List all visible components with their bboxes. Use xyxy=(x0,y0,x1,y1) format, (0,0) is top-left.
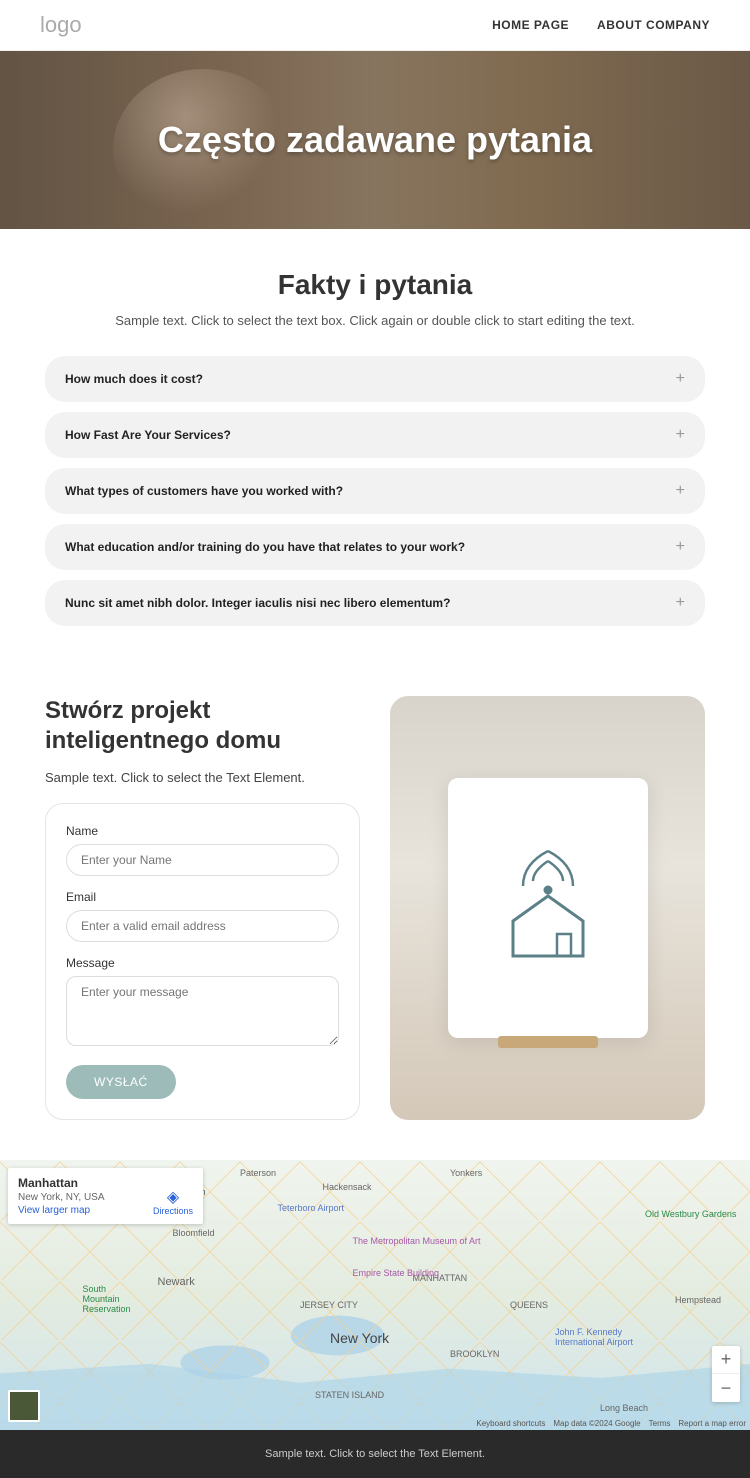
smart-house-icon xyxy=(493,846,603,971)
map-label: Old Westbury Gardens xyxy=(645,1209,736,1219)
plus-icon: + xyxy=(676,594,685,612)
contact-title: Stwórz projekt inteligentnego domu xyxy=(45,696,360,756)
tablet-illustration xyxy=(448,778,648,1038)
footer: Sample text. Click to select the Text El… xyxy=(0,1430,750,1478)
accordion: How much does it cost? + How Fast Are Yo… xyxy=(45,356,705,626)
map-label: The Metropolitan Museum of Art xyxy=(353,1236,481,1246)
accordion-item[interactable]: Nunc sit amet nibh dolor. Integer iaculi… xyxy=(45,580,705,626)
contact-form: Name Email Message WYSŁAĆ xyxy=(45,803,360,1120)
contact-image xyxy=(390,696,705,1120)
submit-button[interactable]: WYSŁAĆ xyxy=(66,1065,176,1099)
map-label: Bloomfield xyxy=(173,1228,215,1238)
header: logo HOME PAGE ABOUT COMPANY xyxy=(0,0,750,51)
plus-icon: + xyxy=(676,538,685,556)
hero-banner: Często zadawane pytania xyxy=(0,51,750,229)
map[interactable]: New York BROOKLYN QUEENS MANHATTAN JERSE… xyxy=(0,1160,750,1430)
map-label: Empire State Building xyxy=(353,1268,440,1278)
faq-subtitle: Sample text. Click to select the text bo… xyxy=(45,313,705,328)
zoom-in-button[interactable]: + xyxy=(712,1346,740,1374)
accordion-question: What types of customers have you worked … xyxy=(65,484,343,498)
map-label: Newark xyxy=(158,1276,195,1288)
map-label-ny: New York xyxy=(330,1330,389,1346)
main-nav: HOME PAGE ABOUT COMPANY xyxy=(492,18,710,32)
name-label: Name xyxy=(66,824,339,838)
map-info-title: Manhattan xyxy=(18,1176,105,1190)
email-input[interactable] xyxy=(66,910,339,942)
map-label: Hempstead xyxy=(675,1295,721,1305)
map-label: JERSEY CITY xyxy=(300,1300,358,1310)
accordion-item[interactable]: What education and/or training do you ha… xyxy=(45,524,705,570)
view-larger-map-link[interactable]: View larger map xyxy=(18,1205,105,1216)
map-label: Long Beach xyxy=(600,1403,648,1413)
accordion-question: Nunc sit amet nibh dolor. Integer iaculi… xyxy=(65,596,450,610)
map-data-text: Map data ©2024 Google xyxy=(553,1419,640,1428)
accordion-item[interactable]: What types of customers have you worked … xyxy=(45,468,705,514)
accordion-item[interactable]: How Fast Are Your Services? + xyxy=(45,412,705,458)
message-label: Message xyxy=(66,956,339,970)
map-info-card: Manhattan New York, NY, USA View larger … xyxy=(8,1168,203,1224)
map-label: Teterboro Airport xyxy=(278,1203,345,1213)
map-label: QUEENS xyxy=(510,1300,548,1310)
map-label: Paterson xyxy=(240,1168,276,1178)
report-error-link[interactable]: Report a map error xyxy=(678,1419,746,1428)
terms-link[interactable]: Terms xyxy=(649,1419,671,1428)
hero-title: Często zadawane pytania xyxy=(158,119,592,161)
plus-icon: + xyxy=(676,482,685,500)
map-label: STATEN ISLAND xyxy=(315,1390,384,1400)
keyboard-shortcuts-link[interactable]: Keyboard shortcuts xyxy=(476,1419,545,1428)
contact-form-column: Stwórz projekt inteligentnego domu Sampl… xyxy=(45,696,360,1120)
email-label: Email xyxy=(66,890,339,904)
map-label: John F. Kennedy International Airport xyxy=(555,1327,635,1347)
message-textarea[interactable] xyxy=(66,976,339,1046)
contact-subtitle: Sample text. Click to select the Text El… xyxy=(45,770,360,785)
accordion-question: How Fast Are Your Services? xyxy=(65,428,231,442)
map-label: BROOKLYN xyxy=(450,1349,499,1359)
directions-button[interactable]: ◈ Directions xyxy=(153,1190,193,1216)
map-layer-thumbnail[interactable] xyxy=(8,1390,40,1422)
map-attribution: Keyboard shortcuts Map data ©2024 Google… xyxy=(476,1419,746,1428)
map-label: Yonkers xyxy=(450,1168,482,1178)
nav-home[interactable]: HOME PAGE xyxy=(492,18,569,32)
map-zoom-controls: + − xyxy=(712,1346,740,1402)
footer-text: Sample text. Click to select the Text El… xyxy=(265,1448,485,1460)
accordion-item[interactable]: How much does it cost? + xyxy=(45,356,705,402)
accordion-question: What education and/or training do you ha… xyxy=(65,540,465,554)
zoom-out-button[interactable]: − xyxy=(712,1374,740,1402)
map-label: Hackensack xyxy=(323,1182,372,1192)
logo[interactable]: logo xyxy=(40,12,82,38)
contact-section: Stwórz projekt inteligentnego domu Sampl… xyxy=(0,676,750,1160)
accordion-question: How much does it cost? xyxy=(65,372,203,386)
faq-title: Fakty i pytania xyxy=(45,269,705,301)
plus-icon: + xyxy=(676,370,685,388)
plus-icon: + xyxy=(676,426,685,444)
name-input[interactable] xyxy=(66,844,339,876)
faq-section: Fakty i pytania Sample text. Click to se… xyxy=(0,229,750,676)
directions-icon: ◈ xyxy=(153,1190,193,1206)
map-label: South Mountain Reservation xyxy=(83,1284,143,1314)
nav-about[interactable]: ABOUT COMPANY xyxy=(597,18,710,32)
map-info-address: New York, NY, USA xyxy=(18,1192,105,1203)
